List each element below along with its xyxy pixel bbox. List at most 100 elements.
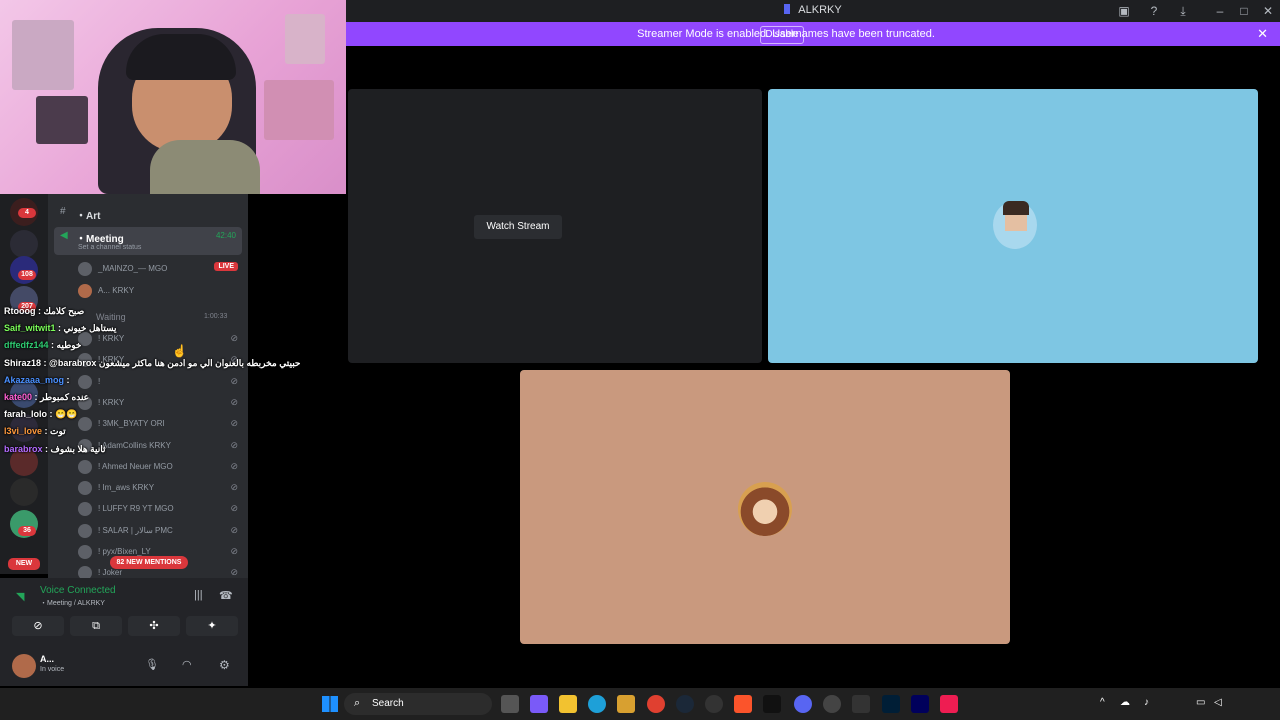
chat-message: Shiraz18 : @barabrox حبيتي مخربطه بالعنو… bbox=[4, 358, 300, 369]
avatar[interactable] bbox=[12, 654, 36, 678]
user-status: In voice bbox=[40, 666, 65, 673]
chat-text: : عنده كمبوطر bbox=[34, 392, 90, 402]
channel-meeting[interactable]: ◀ ・Meeting 42:40 Set a channel status bbox=[54, 227, 242, 255]
deafened-icon: ⊘ bbox=[230, 546, 238, 556]
screen-share-icon: ⧉ bbox=[92, 620, 100, 632]
chat-message: dffedfz144 : خوطيه bbox=[4, 340, 81, 351]
list-item[interactable]: ! LUFFY R9 YT MGO ⊘ bbox=[74, 500, 244, 518]
taskbar-search[interactable]: ⌕ Search bbox=[344, 693, 492, 715]
app-icon[interactable] bbox=[823, 695, 841, 713]
premiere-icon[interactable] bbox=[911, 695, 929, 713]
chat-username: Akazaaa_mog bbox=[4, 374, 65, 385]
capcut-icon[interactable] bbox=[763, 695, 781, 713]
chat-message: Saif_witwit1 : يستاهل خيوني bbox=[4, 323, 117, 334]
app-logo-icon bbox=[784, 4, 791, 14]
server-icon[interactable] bbox=[10, 478, 38, 506]
chrome-icon[interactable] bbox=[647, 695, 665, 713]
deafened-icon: ⊘ bbox=[230, 503, 238, 514]
edge-icon[interactable] bbox=[588, 695, 606, 713]
windows-start-icon[interactable] bbox=[322, 696, 338, 712]
voice-user[interactable]: _MAINZO_— MGO LIVE bbox=[74, 260, 244, 278]
user-name-text: ! SALAR | سالار bbox=[98, 525, 153, 535]
disconnect-icon[interactable]: ☎ bbox=[219, 589, 233, 602]
avatar-hair bbox=[1003, 201, 1029, 215]
user-name-text: ! Im_aws bbox=[98, 483, 131, 493]
chat-username: kate00 bbox=[4, 392, 33, 402]
user-name: ! SALAR | سالار PMC bbox=[98, 526, 173, 535]
copilot-icon[interactable] bbox=[530, 695, 548, 713]
signal-icon: ◥ bbox=[16, 591, 25, 603]
streamer-shirt bbox=[150, 140, 260, 194]
speaker-icon: ◀ bbox=[60, 230, 68, 241]
download-icon[interactable]: ⤓ bbox=[1175, 3, 1191, 19]
voice-location[interactable]: ・Meeting / ALKRKY bbox=[40, 598, 105, 608]
list-item[interactable]: ! Im_aws KRKY ⊘ bbox=[74, 479, 244, 497]
avatar bbox=[738, 482, 792, 536]
brave-icon[interactable] bbox=[734, 695, 752, 713]
taskbar: ⌕ Search ^ ☁ ♪ ▭ ◁ bbox=[0, 688, 1280, 720]
user-name-text: A... bbox=[98, 286, 111, 295]
window-title: ALKRKY bbox=[346, 4, 1280, 16]
chat-username: barabrox bbox=[4, 443, 43, 454]
mention-badge: 36 bbox=[18, 526, 36, 536]
chat-username: l3vi_love bbox=[4, 426, 43, 437]
tray-chevron-icon[interactable]: ^ bbox=[1100, 697, 1105, 708]
new-mentions-button[interactable]: 82 NEW MENTIONS bbox=[110, 556, 188, 569]
title-bar: ALKRKY ▣ ? ⤓ – □ ✕ bbox=[346, 0, 1280, 22]
avatar-face bbox=[1005, 215, 1027, 231]
noise-suppression-icon[interactable]: ||| bbox=[194, 589, 203, 601]
screen-share-button[interactable]: ⧉ bbox=[70, 616, 122, 636]
chat-message: l3vi_love : توت bbox=[4, 426, 66, 437]
settings-gear-icon[interactable]: ⚙ bbox=[219, 658, 230, 672]
store-icon[interactable] bbox=[617, 695, 635, 713]
close-icon[interactable]: ✕ bbox=[1257, 26, 1268, 42]
onedrive-icon[interactable]: ☁ bbox=[1120, 697, 1130, 708]
file-explorer-icon[interactable] bbox=[559, 695, 577, 713]
maximize-icon[interactable]: □ bbox=[1236, 3, 1252, 19]
photoshop-icon[interactable] bbox=[882, 695, 900, 713]
deafened-icon: ⊘ bbox=[230, 482, 238, 493]
help-icon[interactable]: ? bbox=[1146, 3, 1162, 19]
chat-text: : يستاهل خيوني bbox=[58, 323, 117, 334]
chat-text: : bbox=[66, 374, 70, 385]
discord-icon[interactable] bbox=[794, 695, 812, 713]
user-name: A... bbox=[40, 654, 55, 664]
obs-icon[interactable] bbox=[705, 695, 723, 713]
watch-stream-button[interactable]: Watch Stream bbox=[474, 215, 562, 239]
search-icon: ⌕ bbox=[354, 697, 361, 709]
microphone-icon[interactable]: 🎙 bbox=[145, 658, 159, 671]
streamer-mode-banner: Streamer Mode is enabled. Usernames have… bbox=[346, 22, 1280, 46]
disable-button[interactable]: Disable bbox=[760, 26, 804, 44]
channel-status[interactable]: Set a channel status bbox=[78, 244, 141, 251]
stream-tile[interactable]: Watch Stream bbox=[348, 89, 762, 363]
user-name: ! LUFFY R9 YT MGO bbox=[98, 504, 174, 513]
headphones-icon[interactable]: ◠ bbox=[182, 658, 192, 671]
activities-button[interactable]: ✣ bbox=[128, 616, 180, 636]
server-icon[interactable] bbox=[10, 230, 38, 258]
minimize-icon[interactable]: – bbox=[1212, 3, 1228, 19]
user-name-text: ! pyx/Bixen_LY bbox=[98, 547, 151, 556]
camera-off-icon: ⊘ bbox=[33, 620, 43, 632]
participant-tile[interactable] bbox=[768, 89, 1258, 363]
user-name-text: ! Joker bbox=[98, 568, 123, 578]
list-item[interactable]: ! SALAR | سالار PMC ⊘ bbox=[74, 522, 244, 540]
steam-icon[interactable] bbox=[676, 695, 694, 713]
chat-text: : 😁😁 bbox=[49, 409, 78, 420]
camera-button[interactable]: ⊘ bbox=[12, 616, 64, 636]
task-view-icon[interactable] bbox=[501, 695, 519, 713]
app-icon[interactable] bbox=[852, 695, 870, 713]
network-icon[interactable]: ▭ bbox=[1196, 697, 1205, 708]
close-window-icon[interactable]: ✕ bbox=[1260, 3, 1276, 19]
participant-tile[interactable] bbox=[520, 370, 1010, 644]
soundboard-button[interactable]: ✦ bbox=[186, 616, 238, 636]
chat-username: Rtooog bbox=[4, 306, 36, 316]
inbox-icon[interactable]: ▣ bbox=[1116, 3, 1132, 19]
channel-art[interactable]: ・Art bbox=[76, 207, 100, 222]
tiktok-icon[interactable] bbox=[940, 695, 958, 713]
voice-user[interactable]: A... KRKY bbox=[74, 282, 244, 300]
volume-icon[interactable]: ◁ bbox=[1214, 697, 1222, 708]
avatar bbox=[78, 481, 92, 496]
mic-tray-icon[interactable]: ♪ bbox=[1144, 697, 1149, 708]
user-name: ! Joker bbox=[98, 568, 122, 577]
hash-icon: # bbox=[60, 206, 66, 217]
